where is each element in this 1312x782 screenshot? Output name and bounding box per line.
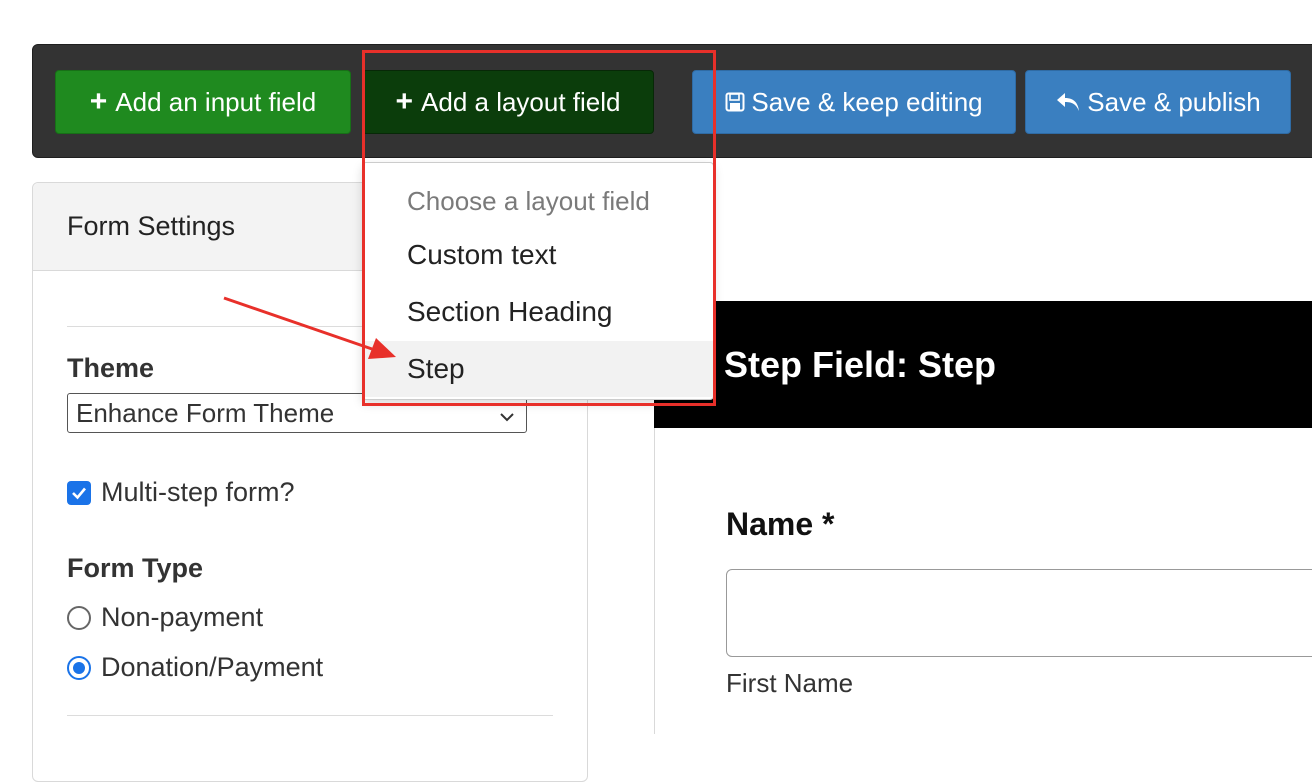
nonpayment-label: Non-payment [101,602,264,632]
menu-item-custom-text[interactable]: Custom text [363,227,713,283]
form-type-option-donation[interactable]: Donation/Payment [67,652,323,683]
add-layout-field-label: Add a layout field [421,86,621,117]
menu-item-section-heading[interactable]: Section Heading [363,284,713,340]
first-name-input[interactable] [726,569,1312,657]
multistep-label: Multi-step form? [101,477,295,507]
divider [67,715,553,716]
save-keep-editing-button[interactable]: Save & keep editing [692,70,1016,134]
layout-field-menu: Choose a layout field Custom text Sectio… [362,162,714,400]
step-field-heading-text: Step Field: Step [724,343,997,385]
preview-border [654,428,655,734]
step-field-heading: Step Field: Step [654,301,1312,428]
chevron-down-icon [498,402,516,433]
menu-item-step[interactable]: Step [363,341,713,397]
save-keep-editing-label: Save & keep editing [751,86,983,117]
floppy-disk-icon [725,92,745,112]
name-field-label: Name * [726,506,835,542]
theme-label: Theme [67,353,155,383]
plus-icon: + [89,85,108,118]
add-input-field-label: Add an input field [115,86,317,117]
save-publish-label: Save & publish [1087,86,1261,117]
add-layout-field-button[interactable]: + Add a layout field [362,70,654,134]
reply-arrow-icon [1055,91,1081,113]
nonpayment-radio[interactable] [67,605,91,630]
form-type-option-nonpayment[interactable]: Non-payment [67,602,263,633]
first-name-sublabel: First Name [726,668,854,698]
multistep-checkbox[interactable] [67,480,91,505]
layout-menu-header: Choose a layout field [407,185,650,216]
save-publish-button[interactable]: Save & publish [1025,70,1291,134]
add-input-field-button[interactable]: + Add an input field [55,70,351,134]
form-type-label: Form Type [67,553,204,583]
donation-label: Donation/Payment [101,652,324,682]
multistep-option[interactable]: Multi-step form? [67,477,295,508]
theme-select-value: Enhance Form Theme [76,397,335,428]
plus-icon: + [395,85,414,118]
donation-radio[interactable] [67,655,91,680]
